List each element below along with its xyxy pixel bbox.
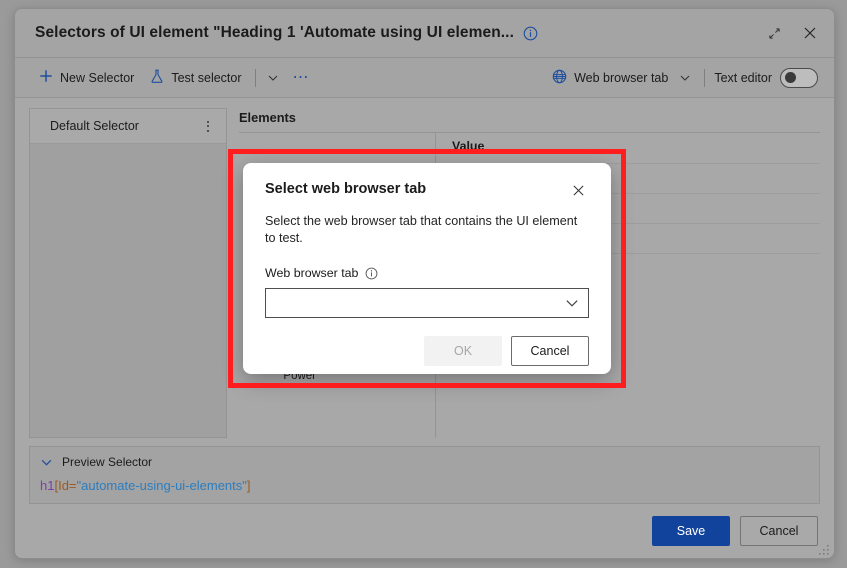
toggle-knob: [785, 71, 796, 83]
sidebar-item-label: Default Selector: [50, 119, 139, 133]
plus-icon: [39, 69, 53, 86]
info-circle-icon[interactable]: [365, 267, 378, 280]
code-token-bracket-open: [Id=: [54, 478, 77, 493]
code-token-value: "automate-using-ui-elements": [76, 478, 247, 493]
web-browser-tab-picker[interactable]: Web browser tab: [544, 65, 699, 91]
new-selector-button[interactable]: New Selector: [31, 65, 142, 90]
restore-window-icon[interactable]: [756, 18, 792, 48]
ok-button[interactable]: OK: [424, 336, 502, 366]
chevron-down-icon: [40, 456, 53, 469]
preview-selector-code[interactable]: h1[Id="automate-using-ui-elements"]: [40, 478, 809, 493]
main-toolbar: New Selector Test selector ⋯ Web browser…: [15, 58, 834, 98]
code-token-bracket-close: ]: [246, 478, 251, 493]
globe-icon: [552, 69, 567, 87]
preview-selector-panel: Preview Selector h1[Id="automate-using-u…: [29, 446, 820, 504]
ellipsis-horizontal-icon[interactable]: ⋯: [285, 69, 319, 86]
kebab-menu-icon[interactable]: [198, 114, 218, 138]
new-selector-label: New Selector: [60, 70, 135, 85]
window-footer: Save Cancel: [15, 504, 834, 558]
save-button[interactable]: Save: [652, 516, 730, 546]
dialog-title-row: Select web browser tab: [265, 181, 589, 201]
flask-icon: [150, 69, 164, 87]
web-browser-tab-label: Web browser tab: [574, 70, 669, 85]
select-web-browser-tab-dialog: Select web browser tab Select the web br…: [243, 163, 611, 374]
chevron-down-icon: [679, 72, 691, 84]
chevron-down-icon[interactable]: [261, 68, 285, 88]
dialog-title: Select web browser tab: [265, 181, 427, 197]
info-circle-icon[interactable]: [523, 26, 538, 41]
text-editor-toggle[interactable]: Text editor: [710, 65, 822, 91]
page-title: Selectors of UI element "Heading 1 'Auto…: [35, 24, 514, 41]
preview-selector-label: Preview Selector: [62, 455, 153, 469]
toolbar-divider-2: [704, 68, 706, 87]
dialog-cancel-button[interactable]: Cancel: [511, 336, 589, 366]
screen: Selectors of UI element "Heading 1 'Auto…: [0, 0, 847, 568]
elements-header: Elements: [239, 110, 296, 125]
preview-selector-toggle[interactable]: Preview Selector: [40, 455, 809, 469]
sidebar-item-default-selector[interactable]: Default Selector: [30, 109, 226, 144]
test-selector-label: Test selector: [171, 70, 242, 85]
field-label-text: Web browser tab: [265, 266, 359, 280]
web-browser-tab-field-label-row: Web browser tab: [265, 266, 589, 280]
code-token-tag: h1: [40, 478, 55, 493]
sidebar-empty-area: [30, 144, 226, 437]
toolbar-divider: [254, 68, 256, 87]
toggle-switch[interactable]: [780, 67, 818, 88]
close-icon[interactable]: [567, 179, 589, 201]
test-selector-button[interactable]: Test selector: [142, 65, 249, 91]
resize-grip[interactable]: [818, 543, 830, 555]
dialog-actions: OK Cancel: [265, 336, 589, 366]
chevron-down-icon: [565, 296, 579, 310]
selector-list-sidebar: Default Selector: [29, 108, 227, 438]
web-browser-tab-select[interactable]: [265, 288, 589, 318]
text-editor-label: Text editor: [714, 70, 772, 85]
window-titlebar: Selectors of UI element "Heading 1 'Auto…: [15, 9, 834, 58]
attributes-value-header: Value: [452, 139, 485, 153]
dialog-description: Select the web browser tab that contains…: [265, 214, 578, 245]
close-icon[interactable]: [792, 18, 828, 48]
cancel-button[interactable]: Cancel: [740, 516, 818, 546]
